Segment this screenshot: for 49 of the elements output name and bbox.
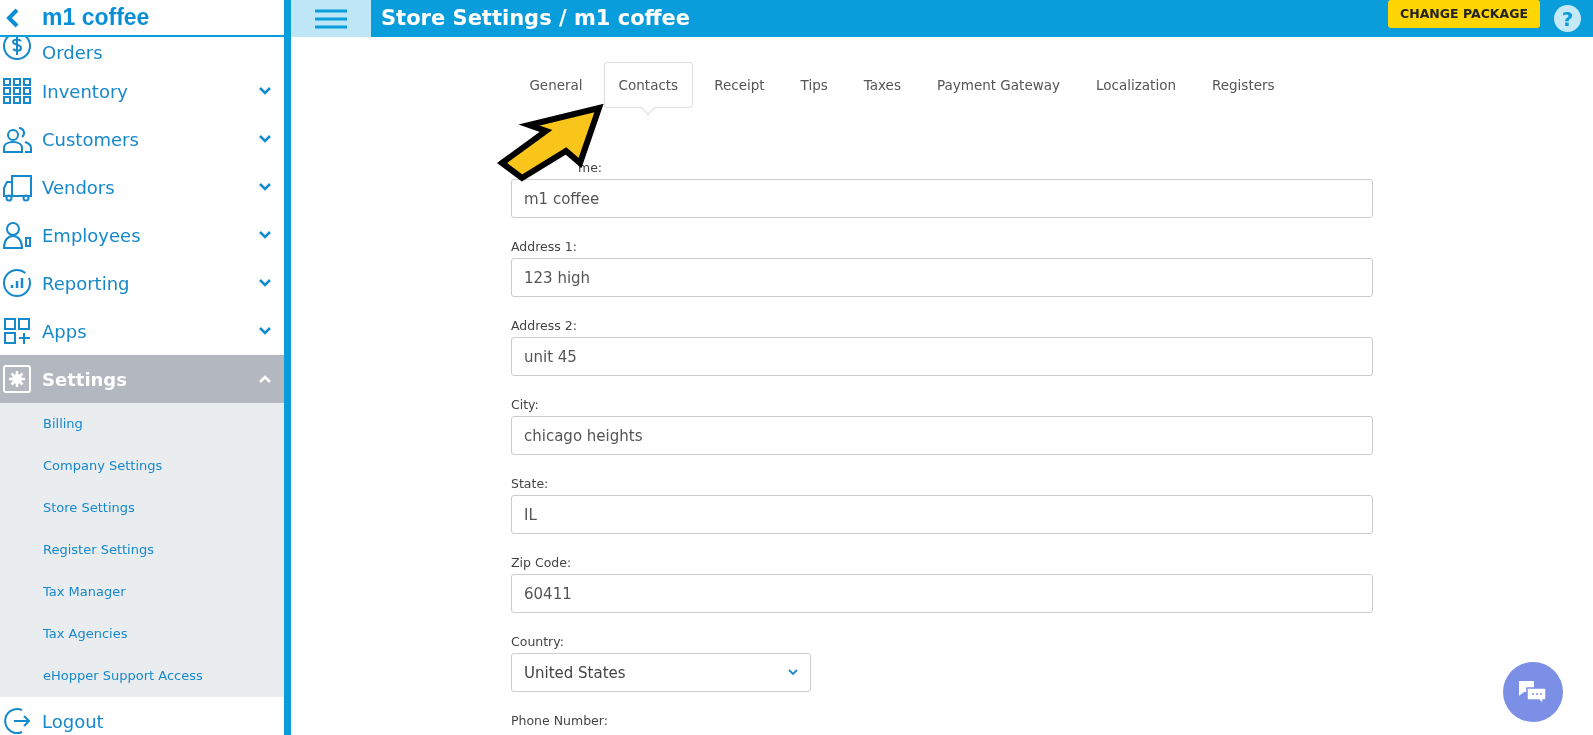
submenu-item[interactable]: Billing	[43, 414, 83, 434]
text-field[interactable]: unit 45	[511, 337, 1373, 377]
help-icon[interactable]: ?	[1554, 5, 1581, 32]
sidebar-item[interactable]: Employees	[0, 211, 284, 259]
chat-icon	[1518, 679, 1548, 705]
menu-button[interactable]	[291, 0, 371, 37]
field-label: Phone Number:	[511, 713, 608, 729]
dollar-icon	[2, 37, 32, 61]
sidebar-item[interactable]: Orders	[0, 37, 284, 67]
people-icon	[2, 124, 32, 154]
field-label: State:	[511, 476, 549, 492]
sidebar-item[interactable]: Customers	[0, 115, 284, 163]
submenu-item[interactable]: eHopper Support Access	[43, 666, 203, 686]
person-icon	[2, 220, 32, 250]
submenu-item[interactable]: Store Settings	[43, 498, 135, 518]
text-field[interactable]: 60411	[511, 574, 1373, 614]
menu-icon	[315, 8, 347, 29]
sidebar-item[interactable]: Reporting	[0, 259, 284, 307]
sidebar-item[interactable]: Apps	[0, 307, 284, 355]
text-field[interactable]: IL	[511, 495, 1373, 535]
submenu-item[interactable]: Register Settings	[43, 540, 154, 560]
apps-icon	[2, 316, 32, 346]
chart-icon	[2, 268, 32, 298]
text-field[interactable]: chicago heights	[511, 416, 1373, 456]
sidebar-item[interactable]: Settings	[0, 355, 284, 403]
country-dropdown[interactable]: United States	[511, 653, 811, 693]
text-field[interactable]: 123 high	[511, 258, 1373, 298]
field-label: City:	[511, 397, 539, 413]
chat-button[interactable]	[1503, 662, 1563, 722]
field-label: Zip Code:	[511, 555, 572, 571]
text-field[interactable]: m1 coffee	[511, 179, 1373, 219]
sidebar-item[interactable]: Vendors	[0, 163, 284, 211]
page-title: Store Settings / m1 coffee	[381, 4, 692, 32]
field-label: Address 1:	[511, 239, 577, 255]
submenu-item[interactable]: Tax Manager	[43, 582, 126, 602]
sidebar-item[interactable]: Logout	[0, 697, 284, 735]
grid-icon	[2, 76, 32, 106]
caret-icon	[788, 669, 798, 677]
submenu-item[interactable]: Company Settings	[43, 456, 163, 476]
submenu-item[interactable]: Tax Agencies	[43, 624, 128, 644]
back-icon[interactable]	[6, 7, 20, 28]
change-package-button[interactable]: CHANGE PACKAGE	[1388, 0, 1540, 28]
truck-icon	[2, 172, 32, 202]
logout-icon	[2, 706, 32, 735]
store-name: m1 coffee	[42, 3, 150, 33]
field-label: Country:	[511, 634, 564, 650]
field-label: Address 2:	[511, 318, 577, 334]
sidebar-item[interactable]: Inventory	[0, 67, 284, 115]
gear-icon	[2, 364, 32, 394]
